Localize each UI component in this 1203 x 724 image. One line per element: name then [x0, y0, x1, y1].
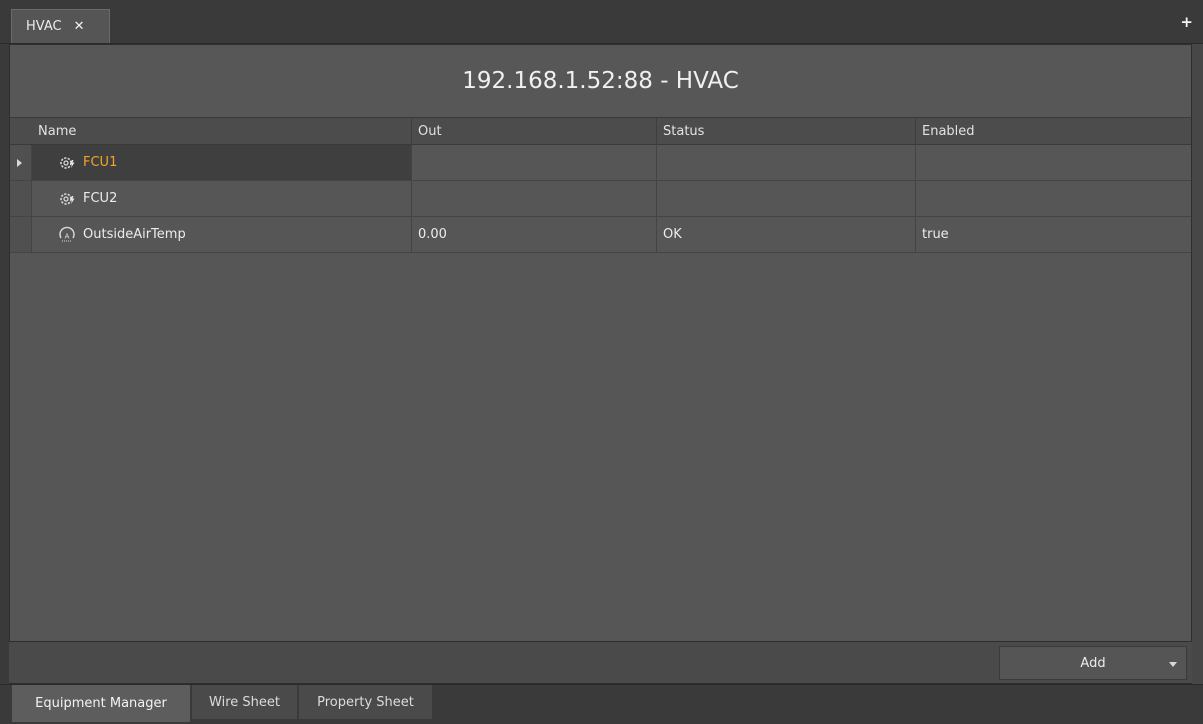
equipment-manager-panel: 192.168.1.52:88 - HVAC Name Out Status E… — [9, 44, 1192, 684]
table-row[interactable]: A OutsideAirTemp 0.00 OK true — [10, 217, 1191, 253]
row-name-label: FCU2 — [83, 191, 118, 206]
cell-out[interactable] — [412, 145, 657, 180]
cell-status[interactable] — [657, 181, 916, 216]
tab-label: HVAC — [26, 19, 62, 34]
cell-status[interactable]: OK — [657, 217, 916, 252]
add-button-label: Add — [1080, 655, 1106, 671]
view-tab-bar: Equipment Manager Wire Sheet Property Sh… — [0, 684, 1203, 724]
column-header-status[interactable]: Status — [657, 118, 915, 145]
cell-name[interactable]: FCU1 — [32, 145, 412, 180]
grid-header: Name Out Status Enabled — [10, 117, 1191, 145]
svg-text:A: A — [65, 232, 70, 240]
cell-status[interactable] — [657, 145, 916, 180]
column-header-name[interactable]: Name — [32, 118, 412, 145]
cell-enabled[interactable] — [916, 145, 1191, 180]
gear-bolt-icon — [58, 154, 76, 172]
tab-wire-sheet[interactable]: Wire Sheet — [191, 685, 298, 720]
cell-name[interactable]: FCU2 — [32, 181, 412, 216]
row-name-label: FCU1 — [83, 155, 118, 170]
cell-enabled[interactable]: true — [916, 217, 1191, 252]
cell-name[interactable]: A OutsideAirTemp — [32, 217, 412, 252]
cell-enabled[interactable] — [916, 181, 1191, 216]
tab-equipment-manager[interactable]: Equipment Manager — [11, 685, 191, 723]
tab-hvac[interactable]: HVAC ✕ — [11, 9, 110, 43]
expand-arrow-icon[interactable] — [17, 159, 22, 167]
table-row[interactable]: FCU1 — [10, 145, 1191, 181]
row-name-label: OutsideAirTemp — [83, 227, 186, 242]
dropdown-caret-icon[interactable] — [1169, 662, 1177, 667]
cell-out[interactable]: 0.00 — [412, 217, 657, 252]
column-header-out[interactable]: Out — [412, 118, 657, 145]
gear-bolt-icon — [58, 190, 76, 208]
page-title: 192.168.1.52:88 - HVAC — [10, 45, 1191, 117]
table-row[interactable]: FCU2 — [10, 181, 1191, 217]
cell-out[interactable] — [412, 181, 657, 216]
add-tab-icon[interactable]: + — [1180, 13, 1193, 31]
close-icon[interactable]: ✕ — [74, 19, 85, 34]
action-bar: Add — [9, 641, 1192, 683]
add-button[interactable]: Add — [999, 646, 1187, 680]
analog-point-icon: A — [58, 226, 76, 244]
row-selector[interactable] — [10, 181, 32, 216]
row-selector[interactable] — [10, 145, 32, 180]
column-header-enabled[interactable]: Enabled — [916, 118, 1191, 145]
tab-property-sheet[interactable]: Property Sheet — [298, 685, 433, 720]
row-selector[interactable] — [10, 217, 32, 252]
scrollbar-track[interactable] — [1192, 44, 1203, 684]
document-tab-strip: HVAC ✕ + — [0, 0, 1203, 44]
